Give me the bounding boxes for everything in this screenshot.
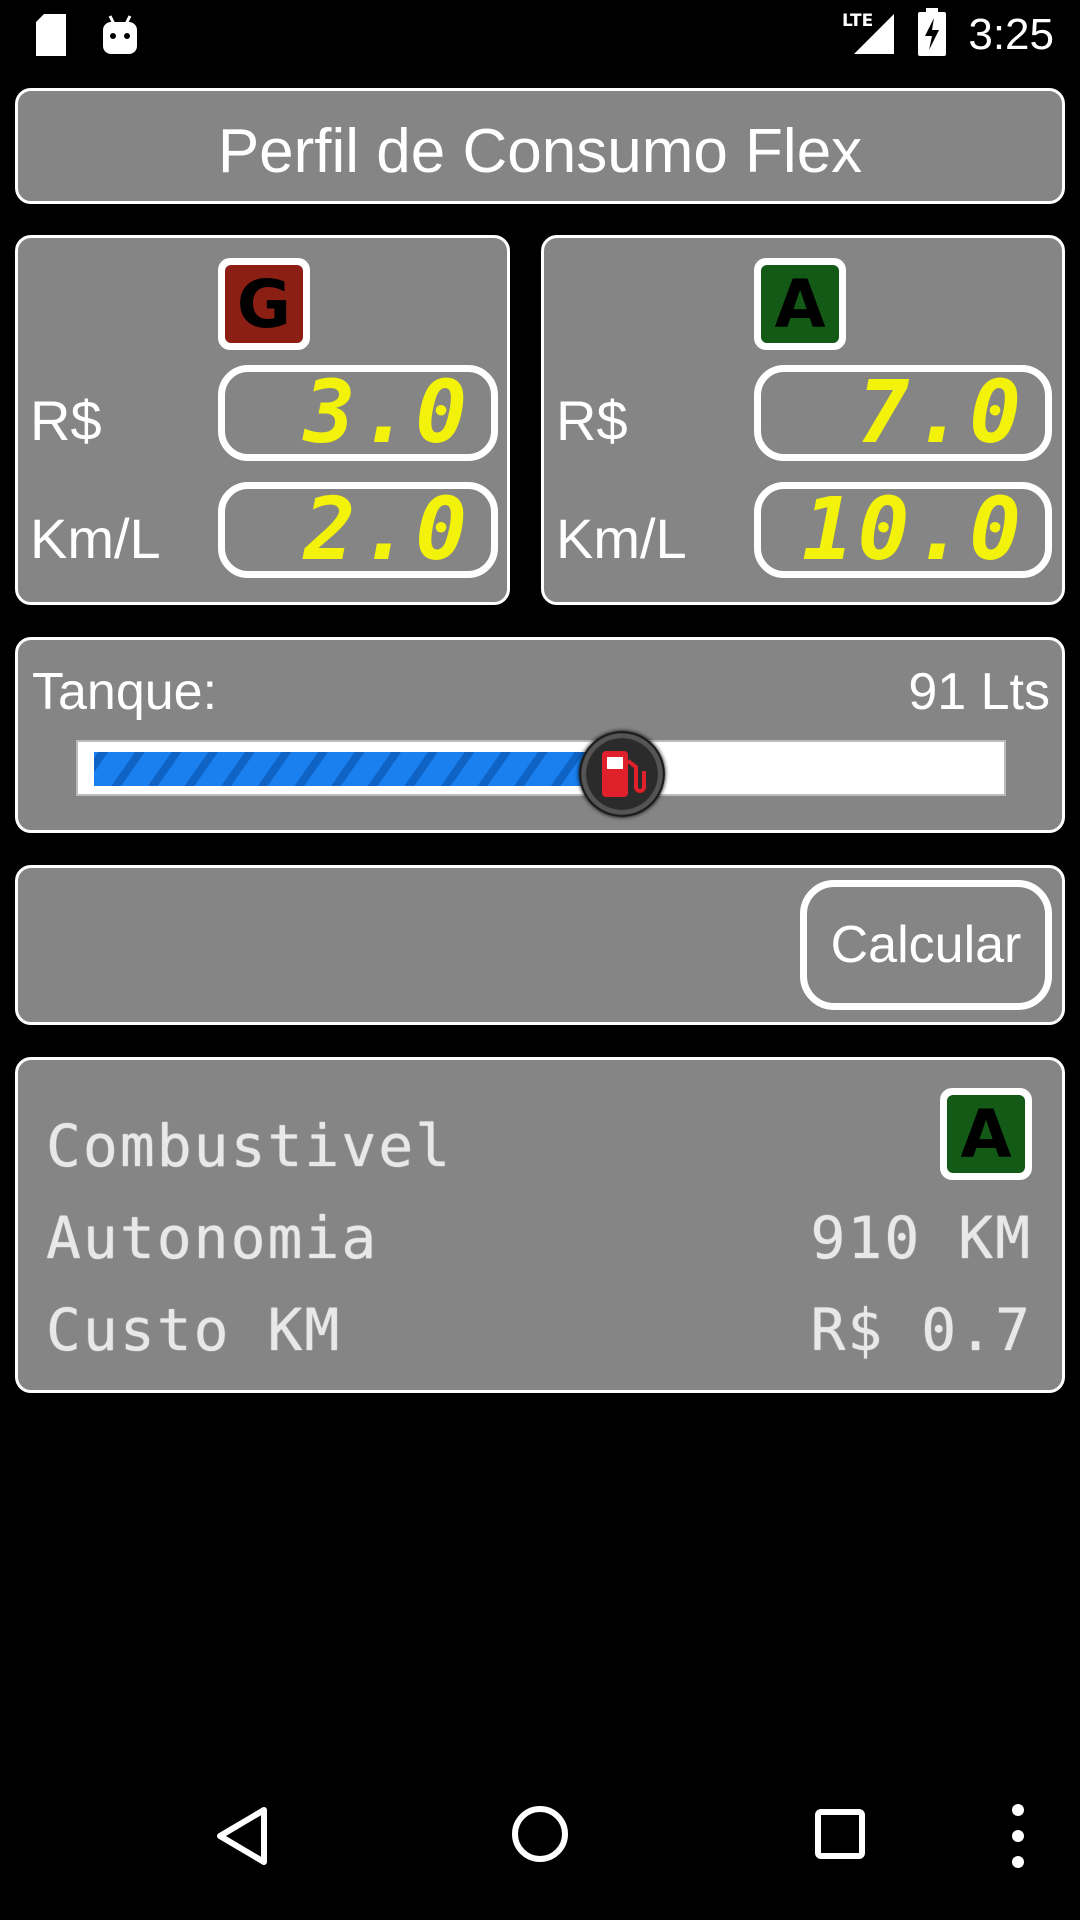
- back-icon[interactable]: [212, 1804, 270, 1873]
- gasoline-price-input[interactable]: 3.0: [218, 363, 498, 463]
- gasoline-efficiency-label: Km/L: [30, 507, 161, 570]
- battery-charging-icon: [918, 8, 947, 61]
- tank-value: 91 Lts: [908, 663, 1050, 721]
- alcohol-efficiency-input[interactable]: 10.0: [754, 480, 1052, 580]
- android-icon: [102, 14, 138, 61]
- alcohol-badge-icon: A: [754, 258, 846, 350]
- alcohol-price-input[interactable]: 7.0: [754, 363, 1052, 463]
- svg-text:LTE: LTE: [842, 11, 873, 31]
- clock: 3:25: [968, 9, 1054, 59]
- calculate-button[interactable]: Calcular: [800, 880, 1052, 1010]
- sd-card-icon: [36, 14, 66, 61]
- overflow-menu-icon[interactable]: [1008, 1802, 1028, 1875]
- cost-per-km-value: R$ 0.7: [810, 1296, 1032, 1364]
- page-title: Perfil de Consumo Flex: [217, 117, 863, 186]
- tank-slider-thumb[interactable]: [579, 731, 665, 817]
- autonomy-value: 910 KM: [810, 1204, 1032, 1272]
- lte-signal-icon: LTE: [842, 8, 896, 61]
- alcohol-panel: A R$ 7.0 Km/L 10.0: [541, 235, 1065, 605]
- recents-icon[interactable]: [814, 1808, 866, 1865]
- navigation-bar: [0, 1780, 1080, 1920]
- tank-label: Tanque:: [32, 663, 218, 721]
- alcohol-efficiency-label: Km/L: [556, 507, 687, 570]
- result-fuel-badge-icon: A: [940, 1088, 1032, 1180]
- gasoline-efficiency-input[interactable]: 2.0: [218, 480, 498, 580]
- tank-slider-track[interactable]: [76, 740, 1006, 796]
- cost-per-km-label: Custo KM: [46, 1296, 342, 1364]
- gasoline-price-label: R$: [30, 389, 102, 452]
- title-panel: Perfil de Consumo Flex: [15, 88, 1065, 204]
- tank-slider-fill: [94, 752, 624, 786]
- fuel-pump-icon: [602, 751, 646, 797]
- result-fuel-label: Combustivel: [46, 1112, 453, 1180]
- result-panel: Combustivel A Autonomia 910 KM Custo KM …: [15, 1057, 1065, 1393]
- calculate-panel: Calcular: [15, 865, 1065, 1025]
- autonomy-label: Autonomia: [46, 1204, 379, 1272]
- status-bar: LTE 3:25: [0, 0, 1080, 72]
- home-icon[interactable]: [510, 1804, 570, 1869]
- alcohol-price-label: R$: [556, 389, 628, 452]
- tank-panel: Tanque: 91 Lts: [15, 637, 1065, 833]
- gasoline-panel: G R$ 3.0 Km/L 2.0: [15, 235, 510, 605]
- gasoline-badge-icon: G: [218, 258, 310, 350]
